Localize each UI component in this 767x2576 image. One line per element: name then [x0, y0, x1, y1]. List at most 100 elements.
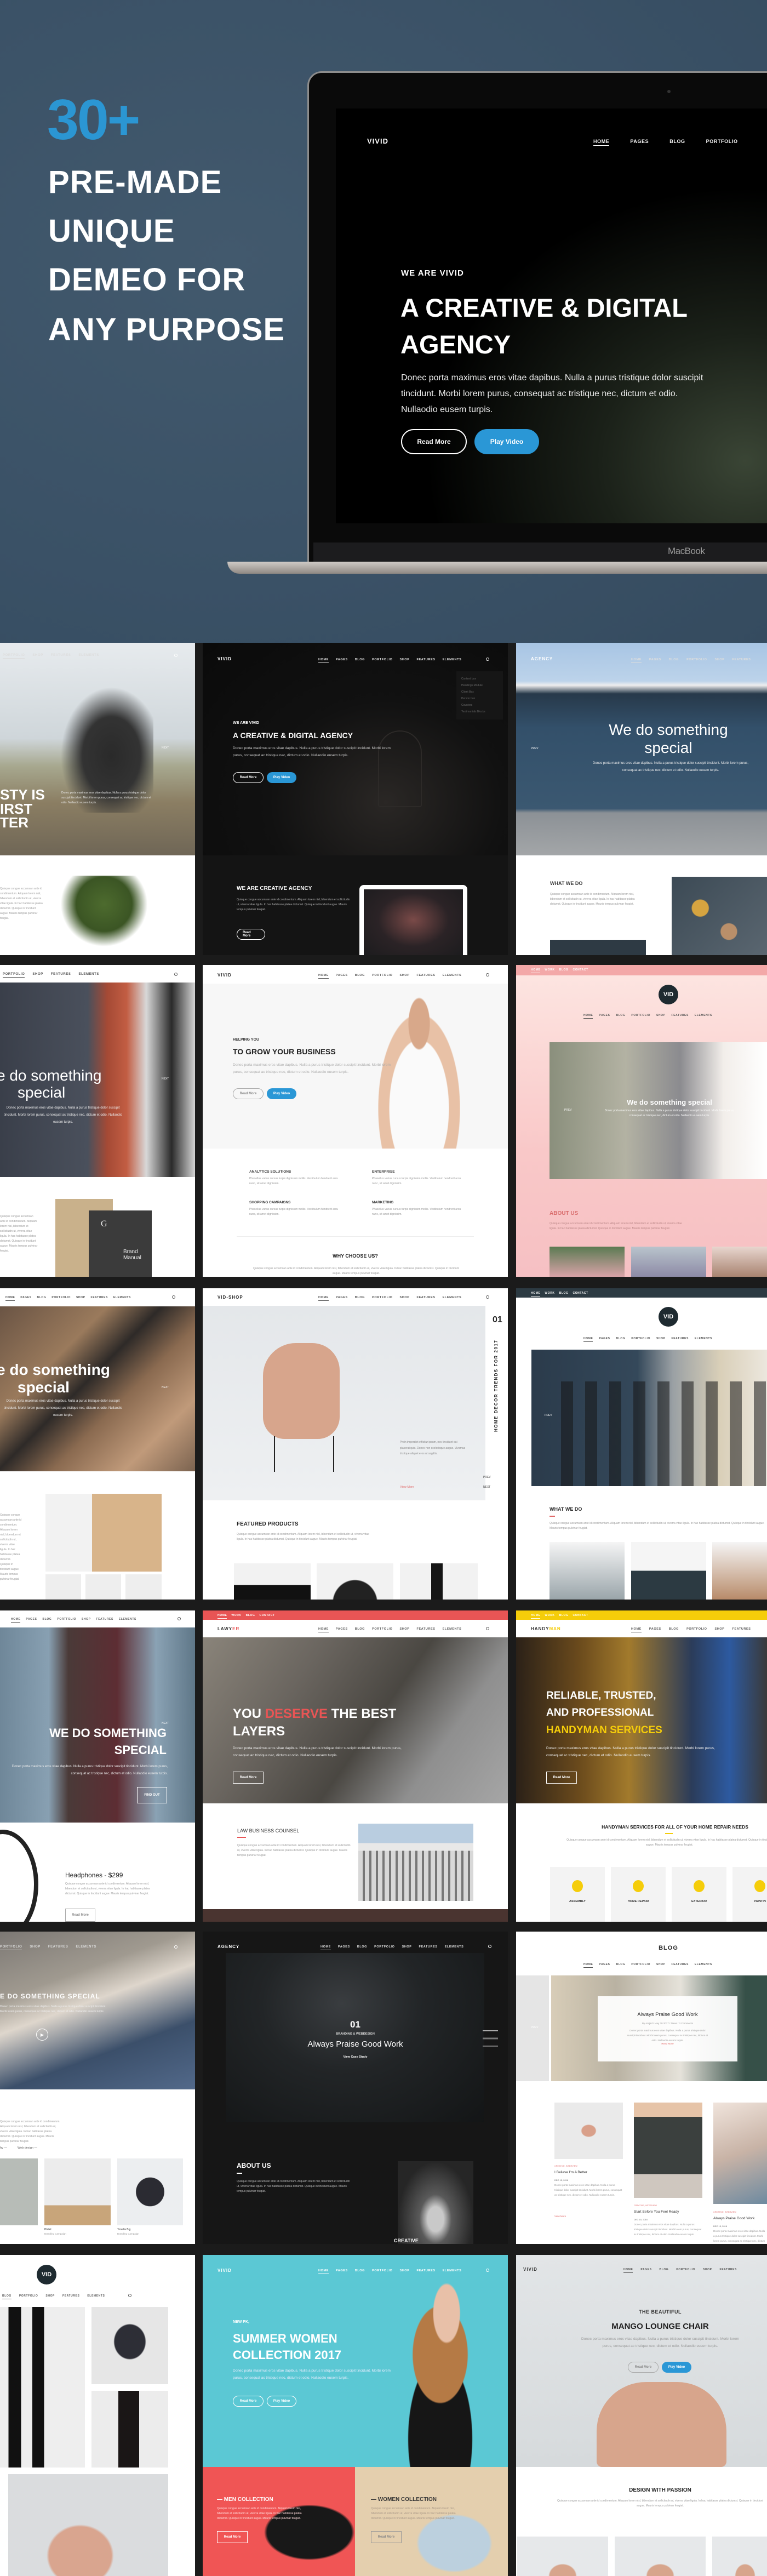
nav-item[interactable]: PAGES [599, 1337, 610, 1342]
nav-item[interactable]: PORTFOLIO [631, 1337, 650, 1342]
nav-item[interactable]: ELEMENTS [695, 1337, 712, 1342]
nav-item[interactable]: HOME [5, 1296, 15, 1301]
nav-item[interactable]: PAGES [338, 1945, 350, 1950]
dropdown-item[interactable]: Testimonials Blocks [461, 709, 498, 715]
search-icon[interactable] [486, 658, 489, 661]
search-icon[interactable] [486, 1295, 489, 1299]
search-icon[interactable] [128, 2294, 131, 2297]
nav-item[interactable]: CONTACT [573, 1614, 588, 1619]
nav-item[interactable]: BLOG [43, 1618, 52, 1623]
nav-item[interactable]: BLOG [355, 658, 365, 663]
nav-item[interactable]: PORTFOLIO [372, 974, 392, 979]
nav-item[interactable]: BLOG [246, 1614, 255, 1619]
nav-item[interactable]: ELEMENTS [79, 654, 99, 659]
nav-item[interactable]: SHOP [715, 1627, 725, 1632]
view-more-link[interactable]: View More [554, 2213, 566, 2219]
nav-item[interactable]: BLOG [660, 2268, 669, 2273]
search-icon[interactable] [172, 1295, 175, 1299]
service-card[interactable]: HOME REPAIR [611, 1867, 666, 1922]
product-card[interactable] [234, 1563, 311, 1600]
read-more-button[interactable]: Read More [401, 429, 467, 454]
nav-item[interactable]: BLOG [37, 1296, 47, 1301]
nav-item[interactable]: PORTFOLIO [19, 2294, 38, 2299]
nav-item[interactable]: ELEMENTS [443, 974, 462, 979]
demo-thumbnail[interactable]: HOME WORK BLOG CONTACT HANDYMAN HOME PAGES BL… [516, 1610, 767, 1922]
nav-item[interactable]: BLOG [355, 974, 365, 979]
search-icon[interactable] [178, 1617, 181, 1620]
nav-item[interactable]: FEATURES [62, 2294, 79, 2299]
nav-item[interactable]: PAGES [649, 1627, 661, 1632]
nav-item[interactable]: HOME [318, 974, 329, 979]
nav-item[interactable]: PAGES [336, 658, 348, 663]
nav-item[interactable]: PORTFOLIO [51, 1296, 71, 1301]
demo-thumbnail[interactable]: VIVID HOME PAGES BLOG PORTFOLIO SHOP FEATURES… [516, 2255, 767, 2576]
product-card[interactable] [400, 1563, 478, 1600]
next-link[interactable]: NEXT [162, 1385, 169, 1391]
nav-item[interactable]: PAGES [20, 1296, 31, 1301]
product-image[interactable] [517, 2537, 608, 2576]
post-category[interactable]: CREATIVE, INTERVIEW [713, 2210, 736, 2214]
nav-item[interactable]: HOME [531, 1614, 541, 1619]
view-more-link[interactable]: View More [400, 1484, 414, 1490]
nav-item[interactable]: WORK [231, 1614, 241, 1619]
dropdown-item[interactable]: Content box [461, 676, 498, 682]
women-collection-banner[interactable]: — WOMEN COLLECTION Quisque congue accums… [355, 2467, 508, 2576]
nav-item[interactable]: WORK [545, 968, 554, 973]
nav-item[interactable]: HOME [631, 658, 642, 663]
product-card[interactable] [317, 1563, 393, 1600]
product-image[interactable] [91, 2307, 168, 2384]
demo-thumbnail[interactable]: HOME PAGES BLOG PORTFOLIO SHOP FEATURES ELEMEN… [0, 1610, 195, 1922]
nav-item[interactable]: HOME [318, 658, 329, 663]
nav-item[interactable]: PAGES [630, 139, 649, 146]
nav-item[interactable]: SHOP [32, 973, 43, 978]
nav-item[interactable]: PORTFOLIO [372, 1296, 392, 1301]
demo-thumbnail[interactable]: AGENCY HOME PAGES BLOG PORTFOLIO SHOP FEATURE… [203, 1932, 508, 2244]
demo-thumbnail[interactable]: VID BLOG PORTFOLIO SHOP FEATURES ELEMENTS [0, 2255, 195, 2576]
nav-item[interactable]: FEATURES [51, 654, 71, 659]
nav-item[interactable]: SHOP [32, 654, 43, 659]
read-more-button[interactable]: Read More [371, 2531, 402, 2543]
demo-thumbnail[interactable]: HOME WORK BLOG CONTACT VID HOME PAGES BLOG POR… [516, 1288, 767, 1600]
nav-item[interactable]: PORTFOLIO [3, 973, 25, 978]
nav-item[interactable]: FEATURES [732, 1627, 751, 1632]
demo-thumbnail[interactable]: PORTFOLIO SHOP FEATURES ELEMENTS e do somet… [0, 965, 195, 1277]
post-image[interactable] [634, 2103, 702, 2198]
nav-item[interactable]: SHOP [30, 1945, 40, 1950]
nav-item[interactable]: HOME [217, 1614, 227, 1619]
nav-item[interactable]: PAGES [26, 1618, 37, 1623]
read-more-button[interactable]: Read More [65, 1909, 95, 1922]
read-more-button[interactable]: Read More [217, 2531, 248, 2543]
nav-item[interactable]: SHOP [400, 974, 410, 979]
slider-pagination[interactable] [483, 2030, 498, 2047]
demo-thumbnail[interactable]: AGENCY HOME PAGES BLOG PORTFOLIO SHOP FEATURE… [516, 643, 767, 955]
nav-item[interactable]: FEATURES [96, 1618, 113, 1623]
nav-item[interactable]: HOME [623, 2268, 633, 2273]
nav-item[interactable]: FEATURES [720, 2268, 737, 2273]
nav-item[interactable]: FEATURES [672, 1337, 689, 1342]
nav-item[interactable]: HOME [583, 1014, 593, 1019]
dropdown-item[interactable]: Counters [461, 702, 498, 709]
nav-item[interactable]: SHOP [715, 658, 725, 663]
product-image[interactable] [712, 2537, 767, 2576]
post-image[interactable] [713, 2103, 767, 2204]
post-category[interactable]: CREATIVE, INTERVIEW [554, 2164, 577, 2168]
nav-item[interactable]: SHOP [400, 658, 410, 663]
nav-item[interactable]: ELEMENTS [695, 1963, 712, 1968]
nav-item[interactable]: SHOP [82, 1618, 91, 1623]
nav-item[interactable]: BLOG [355, 1296, 365, 1301]
nav-item[interactable]: ELEMENTS [87, 2294, 105, 2299]
search-icon[interactable] [174, 973, 178, 976]
nav-item[interactable]: HOME [583, 1963, 593, 1968]
post-title[interactable]: I Believe I'm A Better [554, 2169, 587, 2175]
next-link[interactable]: NEXT [162, 745, 169, 751]
search-icon[interactable] [486, 1627, 489, 1630]
search-icon[interactable] [174, 1945, 178, 1949]
nav-item[interactable]: ELEMENTS [119, 1618, 136, 1623]
nav-item[interactable]: ELEMENTS [113, 1296, 131, 1301]
filter-link[interactable]: Web design — [18, 2145, 37, 2151]
post-title[interactable]: Always Praise Good Work [713, 2215, 754, 2221]
nav-item[interactable]: PAGES [336, 1296, 348, 1301]
nav-item[interactable]: BLOG [355, 2269, 365, 2274]
nav-item[interactable]: FEATURES [417, 658, 436, 663]
product-image[interactable] [91, 2391, 168, 2468]
